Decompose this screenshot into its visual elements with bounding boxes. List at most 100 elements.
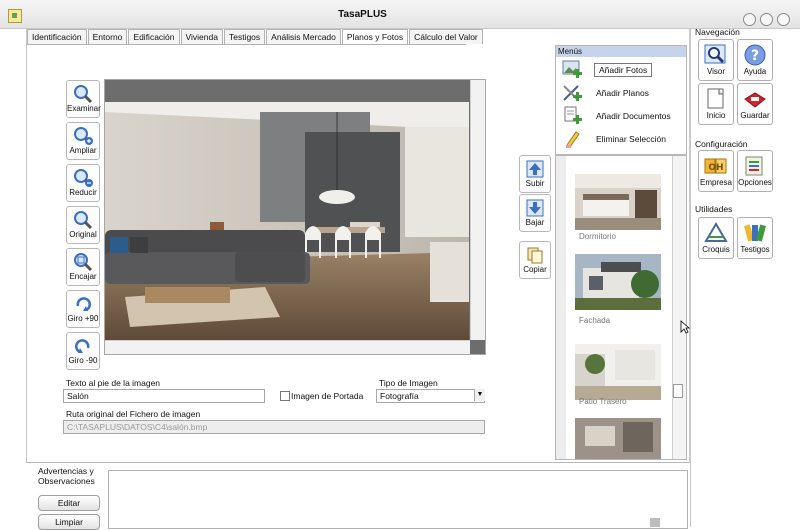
menus-title: Menús xyxy=(556,46,686,57)
cover-image-checkbox[interactable] xyxy=(280,391,290,401)
cover-image-label: Imagen de Portada xyxy=(291,391,364,401)
home-label: Inicio xyxy=(706,111,726,120)
move-down-button[interactable]: Bajar xyxy=(519,194,551,232)
move-down-label: Bajar xyxy=(525,218,545,227)
rotate-cw-icon xyxy=(76,297,91,312)
tab-divider xyxy=(26,44,466,45)
rotate-ccw-label: Giro -90 xyxy=(68,356,98,365)
observations-label-line1: Advertencias y xyxy=(38,466,94,476)
menu-add-documents[interactable]: Añadir Documentos xyxy=(560,105,682,127)
examine-button[interactable]: Examinar xyxy=(66,80,101,118)
zoom-out-icon xyxy=(74,169,93,187)
viewer-icon xyxy=(704,44,726,64)
menu-add-photos[interactable]: Añadir Fotos xyxy=(560,59,682,81)
viewer-label: Visor xyxy=(706,67,726,76)
navigation-panel: Navegación Visor ? Ayuda Inicio Guardar … xyxy=(690,27,800,527)
tab-analisis-mercado[interactable]: Análisis Mercado xyxy=(266,29,341,44)
save-button[interactable]: Guardar xyxy=(737,83,773,125)
witnesses-label: Testigos xyxy=(740,245,770,254)
examine-label: Examinar xyxy=(67,104,101,113)
company-label: Empresa xyxy=(699,178,732,187)
fit-label: Encajar xyxy=(69,272,97,281)
menu-delete-selection[interactable]: Eliminar Selección xyxy=(560,128,682,150)
caption-label: Texto al pie de la imagen xyxy=(66,378,161,388)
maximize-button[interactable] xyxy=(760,13,773,26)
company-button[interactable]: OH Empresa xyxy=(698,150,734,192)
tab-strip: Identificación Entorno Edificación Vivie… xyxy=(27,29,484,45)
move-down-icon xyxy=(526,199,544,217)
file-path-field: C:\TASAPLUS\DATOS\C4\salón.bmp xyxy=(63,420,485,434)
thumbnail-fachada[interactable] xyxy=(575,254,661,310)
rotate-cw-button[interactable]: Giro +90 xyxy=(66,290,100,328)
mouse-cursor-icon xyxy=(680,320,690,334)
zoom-in-icon xyxy=(74,127,93,145)
tab-identificacion[interactable]: Identificación xyxy=(27,29,87,44)
thumbnail-dormitorio[interactable] xyxy=(575,174,661,230)
chevron-down-icon[interactable]: ▼ xyxy=(474,389,485,401)
thumbnail-caption: Fachada xyxy=(579,316,611,325)
company-icon: OH xyxy=(704,158,727,174)
copy-button[interactable]: Copiar xyxy=(519,241,551,279)
help-label: Ayuda xyxy=(743,67,767,76)
thumbnail-scrollbar-thumb[interactable] xyxy=(673,384,683,398)
file-path-label: Ruta original del Fichero de imagen xyxy=(66,409,201,419)
thumbnail-list[interactable]: Dormitorio Fachada Patio Trasero xyxy=(555,155,687,460)
sketch-icon xyxy=(704,222,728,242)
viewer-button[interactable]: Visor xyxy=(698,39,734,81)
menu-add-plans-label: Añadir Planos xyxy=(596,88,649,98)
observations-textarea[interactable] xyxy=(108,470,688,529)
zoom-in-button[interactable]: Ampliar xyxy=(66,122,100,160)
copy-icon xyxy=(527,247,543,264)
tab-calculo-valor[interactable]: Cálculo del Valor xyxy=(409,29,483,44)
tab-vivienda[interactable]: Vivienda xyxy=(180,29,223,44)
viewer-horizontal-scrollbar[interactable] xyxy=(105,340,470,354)
rotate-ccw-button[interactable]: Giro -90 xyxy=(66,332,100,370)
add-plans-icon xyxy=(563,85,582,101)
clear-button[interactable]: Limpiar xyxy=(38,514,100,530)
options-button[interactable]: Opciones xyxy=(737,150,773,192)
original-size-button[interactable]: Original xyxy=(66,206,100,244)
witnesses-icon xyxy=(744,224,766,242)
thumbnail-scrollbar[interactable] xyxy=(672,156,686,459)
image-viewer[interactable] xyxy=(104,79,486,355)
witnesses-button[interactable]: Testigos xyxy=(737,217,773,259)
tab-testigos[interactable]: Testigos xyxy=(223,29,266,44)
copy-label: Copiar xyxy=(523,265,547,274)
fit-button[interactable]: Encajar xyxy=(66,248,100,286)
observations-scrollbar[interactable] xyxy=(650,518,660,527)
svg-text:OH: OH xyxy=(708,163,723,173)
magnifier-icon xyxy=(74,85,93,104)
help-button[interactable]: ? Ayuda xyxy=(737,39,773,81)
viewer-vertical-scrollbar[interactable] xyxy=(470,80,485,340)
menu-add-photos-label: Añadir Fotos xyxy=(594,63,653,77)
close-button[interactable] xyxy=(777,13,790,26)
tab-planos-fotos[interactable]: Planos y Fotos xyxy=(341,29,409,44)
zoom-out-button[interactable]: Reducir xyxy=(66,164,100,202)
menu-add-plans[interactable]: Añadir Planos xyxy=(560,82,682,104)
home-button[interactable]: Inicio xyxy=(698,83,734,125)
options-label: Opciones xyxy=(738,178,772,187)
edit-button[interactable]: Editar xyxy=(38,495,100,511)
tab-entorno[interactable]: Entorno xyxy=(87,29,128,44)
image-type-label: Tipo de Imagen xyxy=(379,378,438,388)
caption-input[interactable]: Salón xyxy=(63,389,265,403)
move-up-button[interactable]: Subir xyxy=(519,155,551,193)
window-title: TasaPLUS xyxy=(338,9,387,20)
move-up-label: Subir xyxy=(525,179,545,188)
zoom-fit-icon xyxy=(74,253,93,272)
move-up-icon xyxy=(526,160,544,178)
image-type-select[interactable]: Fotografía xyxy=(376,389,485,403)
delete-selection-icon xyxy=(566,131,580,148)
menus-panel: Menús Añadir Fotos Añadir Planos Añadir … xyxy=(555,45,687,155)
tab-edificacion[interactable]: Edificación xyxy=(128,29,180,44)
thumbnail-partial[interactable] xyxy=(575,418,661,459)
sketch-button[interactable]: Croquis xyxy=(698,217,734,259)
svg-text:?: ? xyxy=(751,48,759,64)
thumbnail-patio-trasero[interactable] xyxy=(575,344,661,400)
minimize-button[interactable] xyxy=(743,13,756,26)
thumbnail-list-content: Dormitorio Fachada Patio Trasero xyxy=(566,156,672,459)
save-label: Guardar xyxy=(740,111,770,120)
rotate-ccw-icon xyxy=(75,339,90,354)
rotate-cw-label: Giro +90 xyxy=(67,314,99,323)
help-icon: ? xyxy=(744,44,766,66)
